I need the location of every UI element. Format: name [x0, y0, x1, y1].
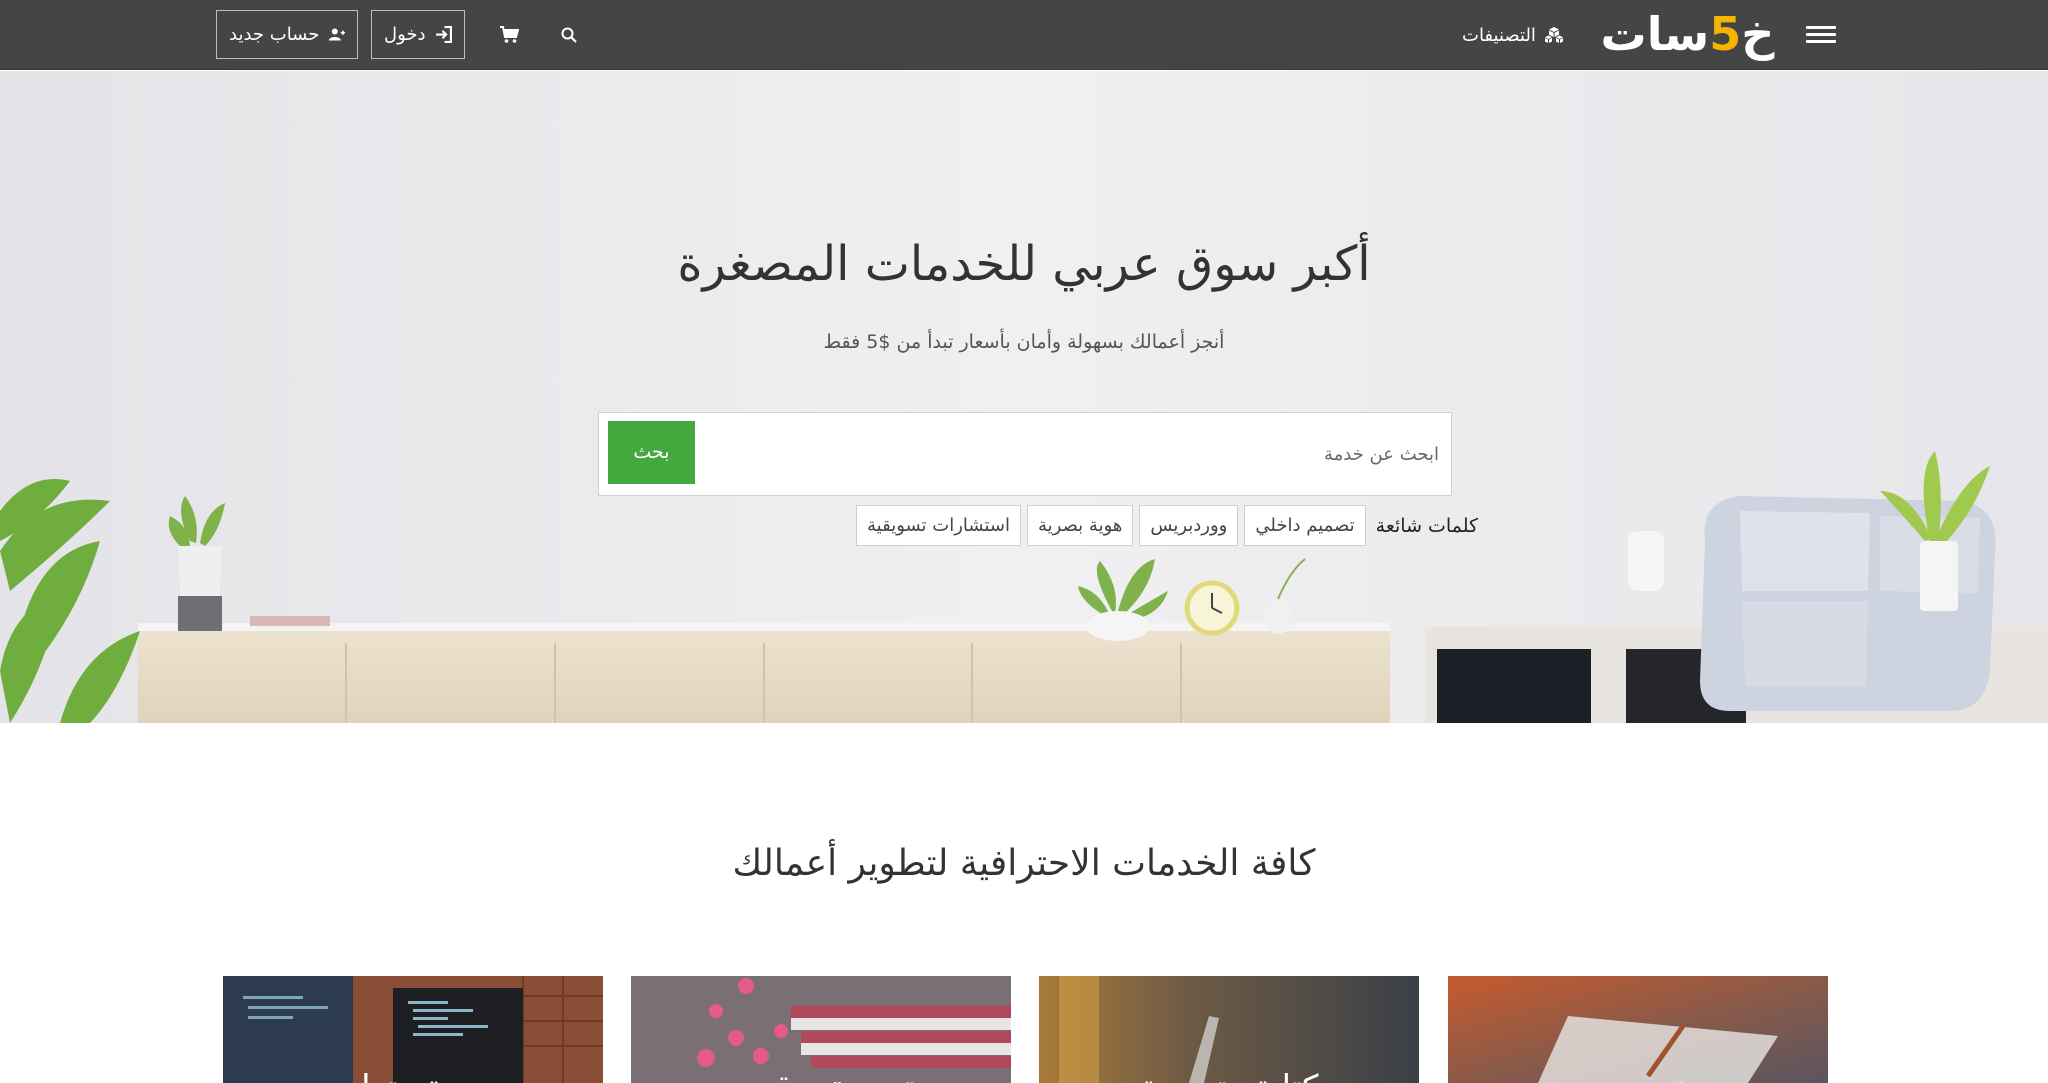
search-icon — [561, 27, 577, 43]
keyword-tag[interactable]: استشارات تسويقية — [856, 505, 1021, 546]
hero-subtitle: أنجز أعمالك بسهولة وأمان بأسعار تبدأ من … — [823, 331, 1225, 353]
category-card-image — [631, 976, 1011, 1083]
categories-label: التصنيفات — [1462, 24, 1536, 46]
login-label: دخول — [384, 24, 426, 45]
hero-background-scene — [0, 71, 2048, 723]
category-card-programming[interactable]: برمجة وتطوير — [223, 976, 603, 1083]
category-card-image — [1448, 976, 1828, 1083]
sign-in-icon — [435, 26, 452, 43]
cart-button[interactable] — [494, 20, 524, 50]
signup-button[interactable]: حساب جديد — [216, 10, 359, 59]
user-plus-icon — [329, 28, 346, 41]
popular-keywords: كلمات شائعة تصميم داخلي ووردبريس هوية بص… — [856, 504, 1478, 547]
cart-icon — [500, 26, 519, 43]
keyword-tag[interactable]: تصميم داخلي — [1244, 505, 1366, 546]
search-submit-button[interactable]: بحث — [608, 421, 695, 484]
top-navbar: حساب جديد دخول التصنيفات خ5سات — [0, 0, 2048, 70]
category-card-image — [223, 976, 603, 1083]
categories-menu[interactable]: التصنيفات — [1462, 20, 1564, 50]
hero-title: أكبر سوق عربي للخدمات المصغرة — [677, 236, 1371, 292]
category-card-writing[interactable]: كتابة وترجمة — [1039, 976, 1419, 1083]
category-card-label: تسويق رقمي — [631, 1068, 1011, 1083]
popular-keywords-label: كلمات شائعة — [1375, 514, 1479, 537]
services-section-title: كافة الخدمات الاحترافية لتطوير أعمالك — [732, 843, 1316, 884]
khamsat-logo[interactable]: خ5سات — [1600, 7, 1776, 61]
category-card-design[interactable]: تصميم — [1448, 976, 1828, 1083]
login-button[interactable]: دخول — [371, 10, 465, 59]
keyword-tag[interactable]: هوية بصرية — [1026, 505, 1134, 546]
search-button-nav[interactable] — [554, 20, 584, 50]
logo-text: خ5سات — [1600, 7, 1776, 61]
category-card-marketing[interactable]: تسويق رقمي — [631, 976, 1011, 1083]
search-input[interactable] — [699, 414, 1439, 494]
hero-section: أكبر سوق عربي للخدمات المصغرة أنجز أعمال… — [0, 71, 2048, 723]
keyword-tag[interactable]: ووردبريس — [1139, 505, 1239, 546]
category-card-label: برمجة وتطوير — [223, 1068, 603, 1083]
category-card-label: كتابة وترجمة — [1039, 1068, 1419, 1083]
category-card-image — [1039, 976, 1419, 1083]
search-form: بحث — [598, 412, 1452, 496]
category-card-label: تصميم — [1448, 1068, 1828, 1083]
signup-label: حساب جديد — [229, 24, 320, 45]
hamburger-menu-icon[interactable] — [1806, 22, 1836, 48]
cubes-icon — [1544, 27, 1563, 43]
